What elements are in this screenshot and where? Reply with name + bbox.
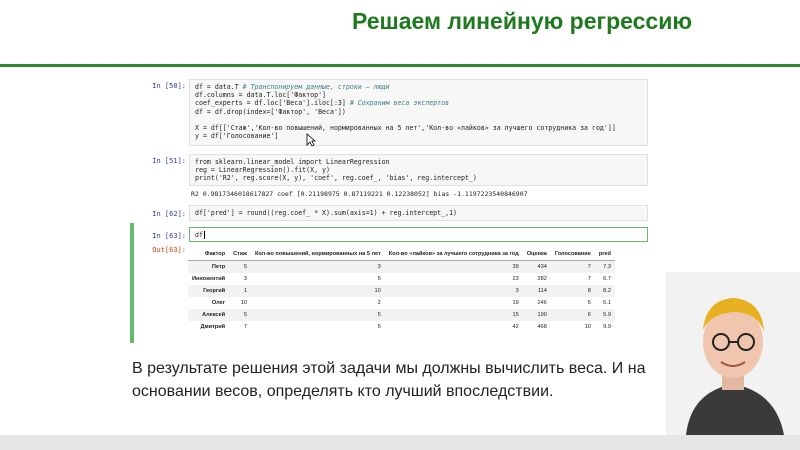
table-column-header: pred xyxy=(594,248,615,261)
row-name: Иннокентий xyxy=(192,276,226,282)
table-row: Иннокентий 3 5 23 282 7 6.7 xyxy=(188,273,615,285)
code-line: df xyxy=(195,231,203,239)
table-cell: 39 xyxy=(384,260,523,273)
cell-3-prompt: In [62]: xyxy=(152,210,186,218)
code-line: df = data.T xyxy=(195,83,243,91)
table-cell: 3 xyxy=(243,276,247,282)
active-cell-bar xyxy=(130,223,134,343)
notebook: In [50]: df = data.T # Транспонируем дан… xyxy=(130,76,650,346)
table-row: Олег 10 2 19 246 5 5.1 xyxy=(188,297,615,309)
row-name: Дмитрий xyxy=(200,324,226,330)
dataframe-table: Фактор Стаж Кол-во повышений, нормирован… xyxy=(188,248,615,333)
table-cell: 2 xyxy=(377,300,381,306)
cell-4-code[interactable]: df xyxy=(189,227,648,242)
table-cell: 8.2 xyxy=(594,285,615,297)
table-row: Георгий 1 10 3 114 8 8.2 xyxy=(188,285,615,297)
table-column-header: Стаж xyxy=(229,248,251,261)
table-column-header: Оценка xyxy=(522,248,551,261)
slide-caption: В результате решения этой задачи мы долж… xyxy=(132,360,646,400)
code-line: df.columns = data.T.loc['Фактор'] xyxy=(195,91,327,100)
table-cell: 7 xyxy=(550,260,595,273)
cell-2-output: R2 0.9817346018617827 coef [0.21198975 0… xyxy=(191,190,528,198)
code-comment: # Сохраним веса экспертов xyxy=(349,99,450,108)
table-cell: 468 xyxy=(537,324,547,330)
table-cell: 10 xyxy=(584,324,591,330)
table-cell: 5.1 xyxy=(603,300,611,306)
table-cell: 9.9 xyxy=(603,324,611,330)
webcam-overlay xyxy=(666,272,800,435)
cell-3-code[interactable]: df['pred'] = round((reg.coef_ * X).sum(a… xyxy=(189,205,648,221)
text-cursor xyxy=(203,231,205,239)
table-cell: 5 xyxy=(587,300,591,306)
table-cell: 1 xyxy=(229,285,251,297)
cell-2-prompt: In [51]: xyxy=(152,157,186,165)
table-cell: 5 xyxy=(250,309,385,321)
table-cell: 3 xyxy=(250,260,385,273)
table-cell: 3 xyxy=(384,285,523,297)
table-cell: 5.9 xyxy=(594,309,615,321)
bottom-bar xyxy=(0,435,800,450)
cell-1-prompt: In [50]: xyxy=(152,82,186,90)
row-name: Алексей xyxy=(188,309,230,321)
table-cell: 19 xyxy=(512,300,519,306)
table-cell: 5 xyxy=(229,260,251,273)
code-line: X = df[['Стаж','Кол-во повышений, нормир… xyxy=(195,124,616,133)
table-cell: 246 xyxy=(537,300,547,306)
table-column-header: Голосование xyxy=(550,248,595,261)
table-cell: 8 xyxy=(550,285,595,297)
table-cell: 434 xyxy=(522,260,551,273)
table-cell: 6 xyxy=(550,309,595,321)
row-name: Олег xyxy=(211,300,226,306)
table-cell: 7 xyxy=(587,276,591,282)
cell-1-code[interactable]: df = data.T # Транспонируем данные, стро… xyxy=(189,79,648,146)
row-name: Георгий xyxy=(188,285,230,297)
table-cell: 114 xyxy=(522,285,551,297)
code-line: print('R2', reg.score(X, y), 'coef', reg… xyxy=(195,174,477,183)
code-line: df = df.drop(index=['Фактор', 'Веса']) xyxy=(195,107,346,116)
code-line: coef_experts = df.loc['Веса'].iloc[:3] xyxy=(195,99,350,108)
table-header-row: Фактор Стаж Кол-во повышений, нормирован… xyxy=(188,248,615,261)
cell-4-prompt: In [63]: xyxy=(152,232,186,240)
mouse-cursor-icon xyxy=(306,133,316,147)
table-index-header: Фактор xyxy=(188,248,230,261)
table-cell: 10 xyxy=(240,300,247,306)
row-name: Петр xyxy=(188,260,230,273)
presenter-icon xyxy=(666,272,800,435)
table-cell: 15 xyxy=(384,309,523,321)
table-cell: 42 xyxy=(512,324,519,330)
code-line: from sklearn.linear_model import LinearR… xyxy=(195,158,390,166)
table-cell: 5 xyxy=(229,309,251,321)
table-column-header: Кол-во повышений, нормированных на 5 лет xyxy=(250,248,385,261)
table-cell: 23 xyxy=(512,276,519,282)
table-cell: 282 xyxy=(537,276,547,282)
table-cell: 10 xyxy=(250,285,385,297)
table-cell: 7.3 xyxy=(594,260,615,273)
table-row: Дмитрий 7 5 42 468 10 9.9 xyxy=(188,321,615,333)
table-row: Алексей 5 5 15 190 6 5.9 xyxy=(188,309,615,321)
cell-4-out-prompt: Out[63]: xyxy=(152,246,186,254)
code-line: df['pred'] = round((reg.coef_ * X).sum(a… xyxy=(195,209,458,217)
table-cell: 5 xyxy=(377,324,381,330)
table-cell: 7 xyxy=(243,324,247,330)
table-column-header: Кол-во «лайков» за лучшего сотрудника за… xyxy=(384,248,523,261)
code-comment: # Транспонируем данные, строки — люди xyxy=(242,83,390,91)
table-cell: 190 xyxy=(522,309,551,321)
slide-title: Решаем линейную регрессию xyxy=(351,8,692,34)
table-cell: 5 xyxy=(377,276,381,282)
title-divider xyxy=(0,64,800,67)
code-line: reg = LinearRegression().fit(X, y) xyxy=(195,166,330,175)
table-row: Петр 5 3 39 434 7 7.3 xyxy=(188,260,615,273)
cell-2-code[interactable]: from sklearn.linear_model import LinearR… xyxy=(189,154,648,186)
code-line: y = df['Голосование'] xyxy=(195,132,279,141)
table-cell: 6.7 xyxy=(603,276,611,282)
